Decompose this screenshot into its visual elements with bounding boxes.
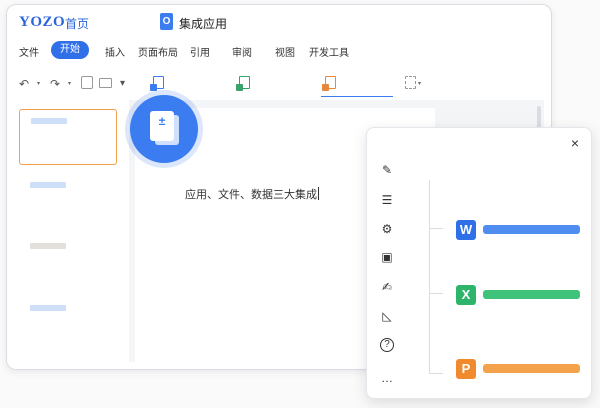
thumbnail-1[interactable] (19, 109, 117, 165)
menu-insert[interactable]: 插入 (105, 44, 125, 59)
spreadsheet-app-bar (483, 290, 580, 299)
integration-panel: × ✎ ☰ ⚙ ▣ ✍ ◺ ? … W X P (366, 127, 592, 399)
doc-icon[interactable] (150, 76, 164, 91)
menu-review[interactable]: 审阅 (232, 44, 252, 59)
thumbnail-4[interactable] (19, 297, 117, 353)
connector-branch (429, 228, 443, 229)
redo-icon[interactable]: ↷ (50, 77, 60, 91)
new-doc-icon[interactable] (405, 76, 416, 89)
sheet-icon[interactable] (236, 76, 250, 91)
undo-icon[interactable]: ↶ (19, 77, 29, 91)
document-text[interactable]: 应用、文件、数据三大集成 (185, 186, 319, 202)
save-icon[interactable] (81, 76, 93, 89)
title-bar: YOZO 首页 O 集成应用 (7, 5, 551, 39)
edit-icon[interactable]: ✍ (380, 280, 394, 294)
thumbnail-title-bar (30, 243, 66, 249)
new-doc-dropdown-icon[interactable]: ▾ (418, 80, 421, 87)
menu-developer-tools[interactable]: 开发工具 (309, 44, 349, 59)
redo-dropdown-icon[interactable]: ▾ (68, 80, 71, 87)
undo-dropdown-icon[interactable]: ▾ (37, 80, 40, 87)
presentation-icon[interactable] (322, 76, 336, 91)
menu-bar: 文件 开始 插入 页面布局 引用 审阅 视图 开发工具 (7, 41, 551, 63)
text-cursor (318, 187, 319, 200)
thumbnail-2[interactable] (19, 174, 117, 230)
plus-minus-icon: ± (158, 114, 166, 128)
thumbnail-title-bar (30, 182, 66, 188)
document-icon: O (160, 13, 173, 30)
list-icon[interactable]: ☰ (380, 193, 394, 207)
document-tab-title[interactable]: 集成应用 (179, 15, 227, 32)
document-text-content: 应用、文件、数据三大集成 (185, 189, 317, 201)
presentation-tab-underline (321, 96, 393, 97)
spreadsheet-app-icon[interactable]: X (456, 285, 476, 305)
connector-branch (429, 293, 443, 294)
ruler-icon[interactable]: ◺ (380, 309, 394, 323)
app-logo: YOZO (19, 14, 66, 30)
menu-page-layout[interactable]: 页面布局 (138, 44, 178, 59)
stage: YOZO 首页 O 集成应用 文件 开始 插入 页面布局 引用 审阅 视图 开发… (0, 0, 600, 408)
integration-badge: ± (130, 95, 198, 163)
close-icon[interactable]: × (571, 135, 579, 151)
toolbar: ↶ ▾ ↷ ▾ ▾ ▾ (7, 71, 551, 99)
connector-branch (429, 373, 443, 374)
presentation-app-bar (483, 364, 580, 373)
format-painter-icon[interactable]: ▾ (120, 77, 125, 91)
home-tab[interactable]: 首页 (65, 15, 89, 32)
page-thumbnails (7, 100, 127, 369)
thumbnail-title-bar (31, 118, 67, 124)
menu-file[interactable]: 文件 (19, 44, 39, 59)
pen-icon[interactable]: ✎ (380, 163, 394, 177)
presentation-app-icon[interactable]: P (456, 359, 476, 379)
sliders-icon[interactable]: ⚙ (380, 222, 394, 236)
thumbnail-title-bar (30, 305, 66, 311)
print-icon[interactable] (99, 78, 112, 88)
connector-line (429, 180, 430, 374)
menu-home[interactable]: 开始 (51, 41, 89, 59)
writer-app-icon[interactable]: W (456, 220, 476, 240)
menu-references[interactable]: 引用 (190, 44, 210, 59)
more-icon[interactable]: … (380, 371, 394, 385)
thumbnail-3[interactable] (19, 235, 117, 291)
image-doc-icon[interactable]: ▣ (380, 250, 394, 264)
writer-app-bar (483, 225, 580, 234)
help-icon[interactable]: ? (380, 338, 394, 352)
menu-view[interactable]: 视图 (275, 44, 295, 59)
